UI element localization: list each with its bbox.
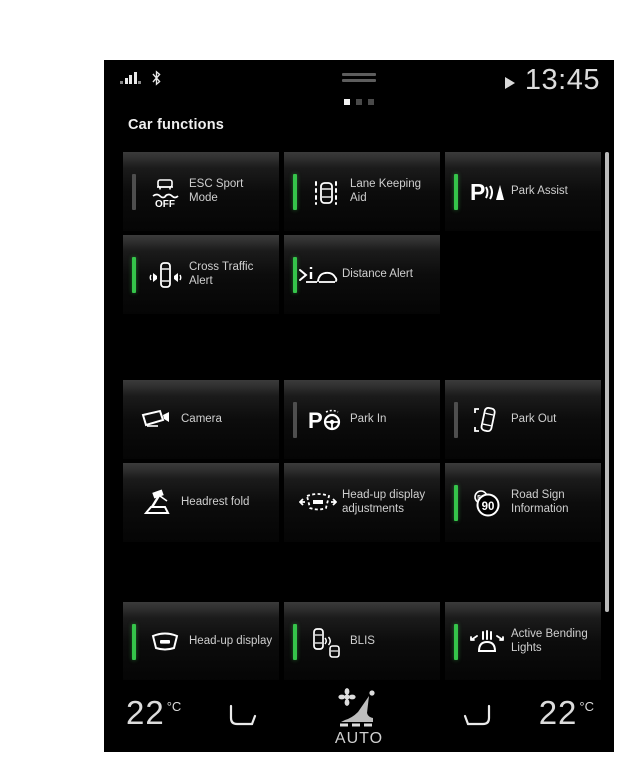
indicator-bar bbox=[293, 173, 297, 210]
passenger-temp-unit: °C bbox=[579, 699, 594, 714]
road-sign-90-icon: 50 90 bbox=[467, 483, 507, 523]
page-dot-3[interactable] bbox=[368, 99, 374, 105]
tile-label: Distance Alert bbox=[342, 267, 413, 280]
svg-text:90: 90 bbox=[482, 501, 495, 513]
tile-label: Head-up display bbox=[189, 634, 273, 647]
passenger-temp-value: 22 bbox=[538, 694, 578, 731]
head-up-display-icon bbox=[145, 622, 185, 662]
tile-park-in[interactable]: P Park In bbox=[284, 380, 440, 459]
indicator-bar bbox=[132, 623, 136, 660]
auto-label: AUTO bbox=[334, 730, 384, 747]
tile-label: Road Sign Information bbox=[511, 489, 569, 515]
page-dot-2[interactable] bbox=[356, 99, 362, 105]
tile-headrest-fold[interactable]: Headrest fold bbox=[123, 463, 279, 542]
hud-adjust-icon bbox=[298, 483, 338, 523]
passenger-temperature[interactable]: 22 °C bbox=[539, 694, 594, 732]
play-triangle-icon bbox=[504, 76, 515, 89]
clock-time: 13:45 bbox=[524, 64, 600, 96]
auto-climate-control[interactable]: AUTO bbox=[328, 688, 390, 748]
vertical-scrollbar[interactable] bbox=[605, 152, 609, 612]
climate-bar: 22 °C AUTO 22 °C bbox=[104, 680, 614, 752]
grid-row: Head-up display BLIS Active Bending Ligh… bbox=[123, 602, 601, 681]
tile-label: Cross Traffic Alert bbox=[189, 261, 254, 287]
svg-text:OFF: OFF bbox=[155, 199, 175, 209]
page-dot-1[interactable] bbox=[344, 99, 350, 105]
indicator-bar bbox=[454, 623, 458, 660]
status-bar: 13:45 bbox=[104, 60, 614, 107]
grid-row: Headrest fold Head-up display adjustment… bbox=[123, 463, 601, 542]
tile-label: Head-up display adjustments bbox=[342, 489, 426, 515]
tile-label: Headrest fold bbox=[181, 495, 250, 508]
tile-label: Park In bbox=[350, 412, 387, 425]
driver-seat-heat-icon[interactable] bbox=[224, 702, 260, 732]
tile-label: Active Bending Lights bbox=[511, 628, 588, 654]
park-out-icon bbox=[467, 400, 507, 440]
drag-handle-icon[interactable] bbox=[342, 73, 376, 85]
page-dots[interactable] bbox=[344, 99, 374, 105]
tile-cross-traffic-alert[interactable]: Cross Traffic Alert bbox=[123, 235, 279, 314]
headrest-fold-icon bbox=[137, 483, 177, 523]
svg-text:P: P bbox=[470, 179, 485, 205]
lane-keeping-aid-icon bbox=[306, 172, 346, 212]
indicator-bar bbox=[132, 173, 136, 210]
driver-temp-value: 22 bbox=[126, 694, 165, 731]
indicator-bar bbox=[454, 401, 458, 438]
tile-head-up-display[interactable]: Head-up display bbox=[123, 602, 279, 681]
status-left-icons bbox=[120, 70, 163, 86]
indicator-bar bbox=[132, 256, 136, 293]
passenger-seat-heat-icon[interactable] bbox=[460, 702, 496, 732]
driver-temperature[interactable]: 22 °C bbox=[126, 694, 181, 732]
park-in-icon: P bbox=[306, 400, 346, 440]
indicator-bar bbox=[293, 256, 297, 293]
tile-label: ESC Sport Mode bbox=[189, 178, 244, 204]
tile-esc-sport-mode[interactable]: OFF ESC Sport Mode bbox=[123, 152, 279, 231]
bluetooth-icon bbox=[150, 70, 163, 86]
camera-icon bbox=[137, 400, 177, 440]
cross-traffic-alert-icon bbox=[145, 255, 185, 295]
indicator-bar bbox=[293, 623, 297, 660]
indicator-bar bbox=[454, 484, 458, 521]
indicator-bar bbox=[454, 173, 458, 210]
tile-park-assist[interactable]: P Park Assist bbox=[445, 152, 601, 231]
status-right: 13:45 bbox=[504, 64, 600, 97]
tile-label: Lane Keeping Aid bbox=[350, 178, 421, 204]
grid-row: Camera P Park In Park Out bbox=[123, 380, 601, 459]
auto-climate-seat-icon bbox=[338, 688, 375, 727]
grid-row: Cross Traffic Alert Distance Alert bbox=[123, 235, 601, 314]
grid-row: OFF ESC Sport Mode Lane Keeping Aid P Pa… bbox=[123, 152, 601, 231]
tile-park-out[interactable]: Park Out bbox=[445, 380, 601, 459]
scrollbar-thumb[interactable] bbox=[605, 152, 609, 612]
car-functions-grid: OFF ESC Sport Mode Lane Keeping Aid P Pa… bbox=[123, 152, 601, 685]
tile-camera[interactable]: Camera bbox=[123, 380, 279, 459]
park-assist-icon: P bbox=[467, 172, 507, 212]
fan-icon bbox=[338, 688, 356, 706]
page-title: Car functions bbox=[128, 117, 225, 133]
svg-text:P: P bbox=[308, 408, 323, 433]
tile-label: Park Assist bbox=[511, 184, 568, 197]
infotainment-screen: 13:45 Car functions OFF ESC Sport Mode L… bbox=[104, 60, 614, 752]
indicator-bar bbox=[293, 401, 297, 438]
tile-label: Park Out bbox=[511, 412, 557, 425]
signal-bars-icon bbox=[120, 71, 141, 84]
tile-distance-alert[interactable]: Distance Alert bbox=[284, 235, 440, 314]
tile-label: BLIS bbox=[350, 634, 375, 647]
distance-alert-icon bbox=[298, 255, 338, 295]
esc-off-icon: OFF bbox=[145, 172, 185, 212]
tile-empty bbox=[445, 235, 601, 314]
tile-label: Camera bbox=[181, 412, 222, 425]
driver-temp-unit: °C bbox=[166, 699, 182, 714]
tile-road-sign-information[interactable]: 50 90 Road Sign Information bbox=[445, 463, 601, 542]
tile-blis[interactable]: BLIS bbox=[284, 602, 440, 681]
tile-active-bending-lights[interactable]: Active Bending Lights bbox=[445, 602, 601, 681]
tile-lane-keeping-aid[interactable]: Lane Keeping Aid bbox=[284, 152, 440, 231]
tile-hud-adjustments[interactable]: Head-up display adjustments bbox=[284, 463, 440, 542]
active-bending-lights-icon bbox=[467, 622, 507, 662]
blis-icon bbox=[306, 622, 346, 662]
